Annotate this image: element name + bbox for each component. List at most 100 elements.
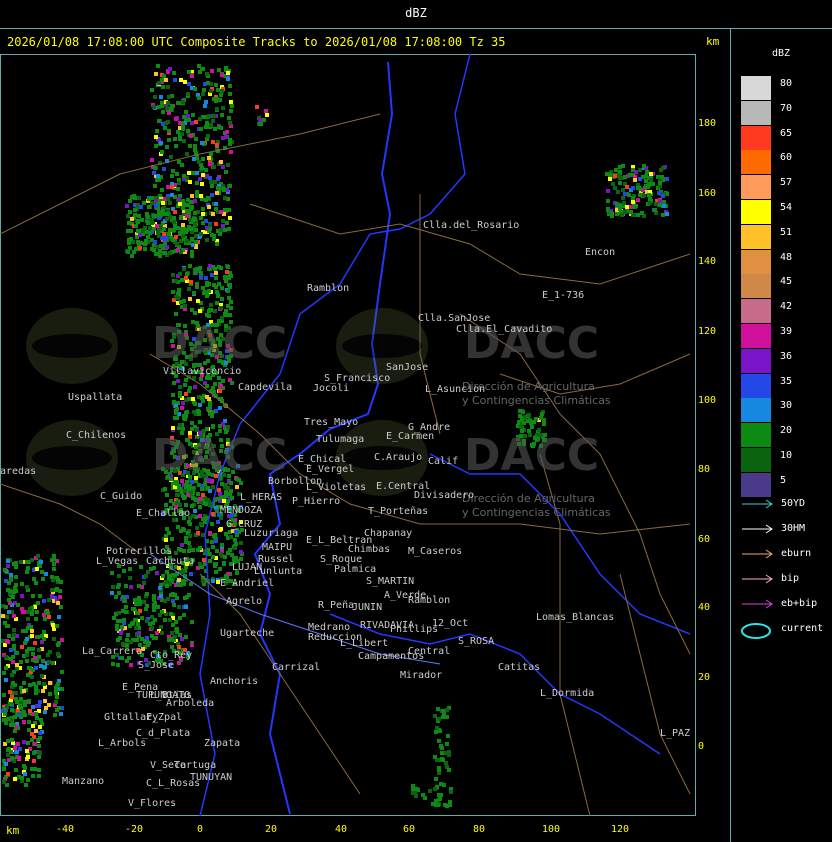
echo-pixel	[171, 169, 175, 173]
echo-pixel	[37, 681, 41, 685]
echo-pixel	[159, 625, 163, 629]
track-label: 30HM	[781, 523, 806, 534]
echo-pixel	[25, 749, 29, 753]
echo-pixel	[201, 286, 205, 290]
echo-pixel	[448, 800, 452, 804]
echo-pixel	[169, 155, 173, 159]
echo-pixel	[56, 601, 60, 605]
echo-pixel	[181, 570, 185, 574]
echo-pixel	[11, 637, 15, 641]
echo-pixel	[33, 767, 37, 771]
echo-pixel	[13, 777, 17, 781]
echo-pixel	[152, 214, 156, 218]
echo-pixel	[225, 270, 229, 274]
echo-pixel	[653, 208, 657, 212]
echo-pixel	[155, 224, 159, 228]
echo-pixel	[10, 673, 14, 677]
echo-pixel	[201, 579, 205, 583]
place-label: Manzano	[62, 776, 105, 787]
place-label: S_MARTIN	[366, 576, 415, 587]
echo-pixel	[239, 550, 243, 554]
place-label: JUNIN	[352, 602, 383, 613]
echo-pixel	[26, 617, 30, 621]
echo-pixel	[165, 106, 169, 110]
echo-pixel	[44, 572, 48, 576]
echo-pixel	[214, 271, 218, 275]
echo-pixel	[229, 150, 233, 154]
echo-pixel	[207, 156, 211, 160]
echo-pixel	[215, 107, 219, 111]
echo-pixel	[4, 605, 8, 609]
echo-pixel	[187, 118, 191, 122]
echo-pixel	[201, 92, 205, 96]
echo-pixel	[220, 89, 224, 93]
echo-pixel	[202, 558, 206, 562]
echo-pixel	[180, 278, 184, 282]
watermark-line2: y Contingencias Climáticas	[462, 506, 611, 519]
echo-pixel	[140, 616, 144, 620]
echo-pixel	[625, 205, 629, 209]
legend-level-label: 65	[780, 127, 793, 139]
x-tick-label: -40	[56, 824, 75, 835]
echo-pixel	[216, 294, 220, 298]
echo-pixel	[223, 555, 227, 559]
echo-pixel	[193, 87, 197, 91]
echo-pixel	[214, 83, 218, 87]
echo-pixel	[644, 179, 648, 183]
echo-pixel	[449, 790, 453, 794]
legend-level-label: 10	[780, 450, 793, 461]
echo-pixel	[173, 635, 177, 639]
echo-pixel	[25, 659, 29, 663]
echo-pixel	[152, 594, 156, 598]
place-label: Arboleda	[166, 698, 215, 709]
echo-pixel	[27, 728, 31, 732]
place-label: L_Asuncion	[425, 384, 486, 395]
echo-pixel	[181, 580, 185, 584]
echo-pixel	[189, 207, 193, 211]
echo-pixel	[631, 168, 635, 172]
echo-pixel	[191, 171, 195, 175]
echo-pixel	[630, 173, 634, 177]
echo-pixel	[211, 545, 215, 549]
echo-pixel	[221, 224, 225, 228]
echo-pixel	[141, 229, 145, 233]
echo-pixel	[208, 531, 212, 535]
echo-pixel	[38, 751, 42, 755]
echo-pixel	[657, 191, 661, 195]
echo-pixel	[216, 520, 220, 524]
echo-pixel	[59, 712, 63, 716]
echo-pixel	[26, 755, 30, 759]
legend-level-label: 30	[780, 400, 793, 412]
legend-level-label: 54	[780, 202, 793, 213]
place-label: Luzuriaga	[244, 528, 299, 539]
echo-pixel	[215, 191, 219, 195]
echo-pixel	[13, 683, 17, 687]
legend-level-label: 70	[780, 102, 793, 114]
echo-pixel	[119, 631, 123, 635]
echo-pixel	[183, 80, 187, 84]
echo-pixel	[38, 725, 42, 729]
echo-pixel	[13, 586, 17, 590]
echo-pixel	[20, 594, 24, 598]
echo-pixel	[30, 629, 34, 633]
echo-pixel	[648, 197, 652, 201]
echo-pixel	[42, 599, 46, 603]
place-label: Tres_Mayo	[304, 417, 359, 428]
echo-pixel	[44, 610, 48, 614]
echo-pixel	[183, 596, 187, 600]
legend-level-label: 35	[780, 375, 793, 387]
echo-pixel	[155, 129, 159, 133]
echo-pixel	[136, 229, 140, 233]
y-tick-label: 40	[698, 602, 711, 613]
track-label: 50YD	[781, 498, 806, 509]
echo-pixel	[187, 287, 191, 291]
echo-pixel	[165, 212, 169, 216]
echo-pixel	[27, 720, 31, 724]
echo-pixel	[39, 560, 43, 564]
echo-pixel	[154, 72, 158, 76]
echo-pixel	[184, 276, 188, 280]
echo-pixel	[168, 618, 172, 622]
echo-pixel	[181, 223, 185, 227]
echo-pixel	[187, 171, 191, 175]
echo-pixel	[216, 88, 220, 92]
